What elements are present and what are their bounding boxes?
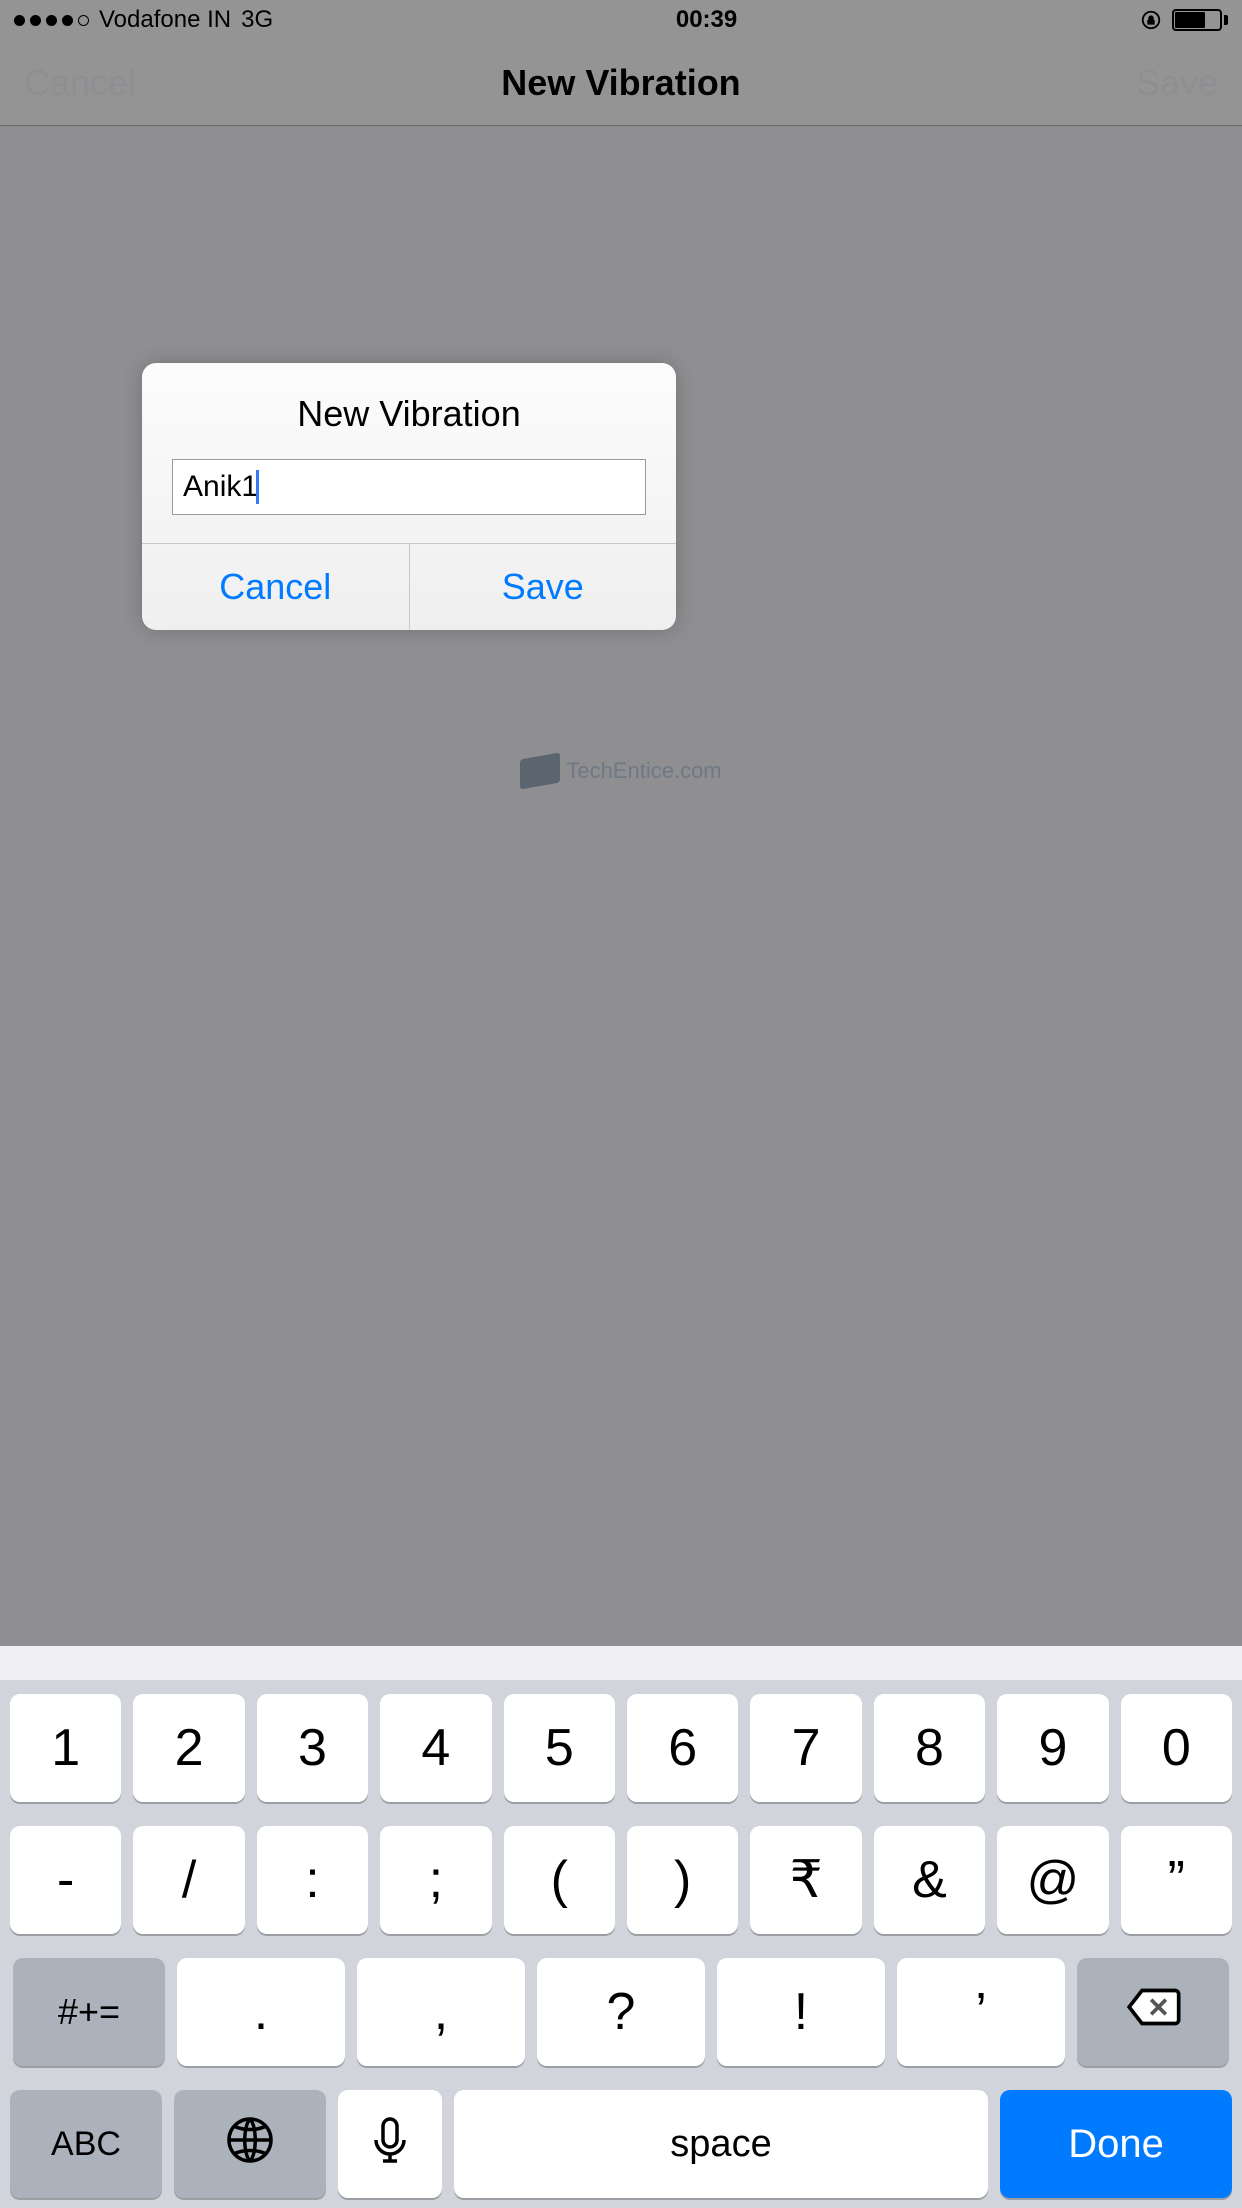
key-5[interactable]: 5	[504, 1694, 615, 1802]
alert-cancel-button[interactable]: Cancel	[142, 544, 409, 630]
watermark-logo-icon	[520, 752, 560, 789]
key-1[interactable]: 1	[10, 1694, 121, 1802]
backspace-icon	[1123, 1982, 1183, 2042]
key-9[interactable]: 9	[997, 1694, 1108, 1802]
key-done[interactable]: Done	[1000, 2090, 1232, 2198]
key-7[interactable]: 7	[750, 1694, 861, 1802]
key-4[interactable]: 4	[380, 1694, 491, 1802]
keyboard-row-1: 1 2 3 4 5 6 7 8 9 0	[10, 1694, 1232, 1802]
keyboard-row-3: #+= . , ? ! ’	[10, 1958, 1232, 2066]
key-at[interactable]: @	[997, 1826, 1108, 1934]
watermark-text: TechEntice.com	[566, 758, 721, 784]
key-3[interactable]: 3	[257, 1694, 368, 1802]
key-paren-close[interactable]: )	[627, 1826, 738, 1934]
key-space[interactable]: space	[454, 2090, 988, 2198]
key-2[interactable]: 2	[133, 1694, 244, 1802]
key-dictation[interactable]	[338, 2090, 442, 2198]
key-0[interactable]: 0	[1121, 1694, 1232, 1802]
alert-save-button[interactable]: Save	[409, 544, 677, 630]
key-semicolon[interactable]: ;	[380, 1826, 491, 1934]
key-paren-open[interactable]: (	[504, 1826, 615, 1934]
microphone-icon	[362, 2112, 418, 2177]
key-comma[interactable]: ,	[357, 1958, 525, 2066]
key-exclaim[interactable]: !	[717, 1958, 885, 2066]
key-abc[interactable]: ABC	[10, 2090, 162, 2198]
watermark: TechEntice.com	[0, 756, 1242, 786]
nav-cancel-button[interactable]: Cancel	[24, 62, 136, 104]
key-slash[interactable]: /	[133, 1826, 244, 1934]
nav-save-button[interactable]: Save	[1136, 62, 1218, 104]
key-globe[interactable]	[174, 2090, 326, 2198]
text-caret	[256, 470, 259, 504]
key-question[interactable]: ?	[537, 1958, 705, 2066]
keyboard-row-2: - / : ; ( ) ₹ & @ ”	[10, 1826, 1232, 1934]
key-symbols[interactable]: #+=	[13, 1958, 165, 2066]
key-rupee[interactable]: ₹	[750, 1826, 861, 1934]
key-dash[interactable]: -	[10, 1826, 121, 1934]
key-backspace[interactable]	[1077, 1958, 1229, 2066]
key-quote[interactable]: ”	[1121, 1826, 1232, 1934]
key-8[interactable]: 8	[874, 1694, 985, 1802]
keyboard-row-4: ABC space Done	[10, 2090, 1232, 2198]
name-vibration-alert: New Vibration Cancel Save	[142, 363, 676, 630]
modal-dim-overlay	[0, 0, 1242, 1646]
key-6[interactable]: 6	[627, 1694, 738, 1802]
globe-icon	[222, 2112, 278, 2177]
key-ampersand[interactable]: &	[874, 1826, 985, 1934]
keyboard: 1 2 3 4 5 6 7 8 9 0 - / : ; ( ) ₹ & @ ” …	[0, 1680, 1242, 2208]
key-period[interactable]: .	[177, 1958, 345, 2066]
alert-title: New Vibration	[142, 363, 676, 459]
key-apostrophe[interactable]: ’	[897, 1958, 1065, 2066]
vibration-name-input[interactable]	[172, 459, 646, 515]
key-colon[interactable]: :	[257, 1826, 368, 1934]
